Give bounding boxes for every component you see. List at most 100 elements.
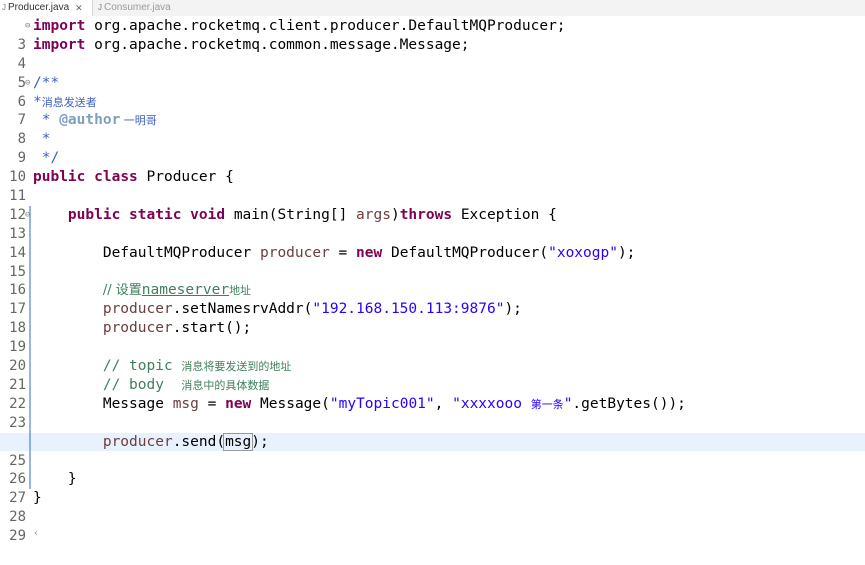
tab-label: Consumer.java <box>104 2 171 13</box>
exception-type: Exception { <box>452 206 557 223</box>
method-call: .send( <box>172 433 226 450</box>
code-line: 23 Message msg = new Message("myTopic001… <box>0 394 865 431</box>
code-line: 14 <box>0 224 865 261</box>
tab-producer-java[interactable]: J Producer.java ✕ <box>0 0 93 16</box>
import-path: org.apache.rocketmq.common.message.Messa… <box>85 36 470 53</box>
code-line: 11 public class Producer { <box>0 168 865 204</box>
change-marker <box>29 394 31 414</box>
type-name: DefaultMQProducer <box>102 244 260 261</box>
keyword: static <box>129 206 182 223</box>
string-literal: "myTopic001" <box>329 395 435 412</box>
change-marker <box>29 451 31 471</box>
import-path: org.apache.rocketmq.client.producer.Defa… <box>85 18 566 34</box>
string-literal: "xoxogp" <box>548 244 618 261</box>
fold-icon[interactable]: ⊖ <box>25 74 30 93</box>
code-editor[interactable]: 3 ⊖ import org.apache.rocketmq.client.pr… <box>0 17 865 544</box>
code-line: 18 producer.setNamesrvAddr("192.168.150.… <box>0 300 865 336</box>
change-marker <box>29 319 31 339</box>
fold-icon[interactable]: ⊖ <box>25 17 30 36</box>
method-call: .getBytes()); <box>572 395 686 412</box>
tab-consumer-java[interactable]: J Consumer.java <box>96 0 171 16</box>
closing-brace: } <box>33 490 42 507</box>
keyword: throws <box>399 206 453 223</box>
keyword: public <box>33 169 86 186</box>
statement-end: ); <box>617 244 636 261</box>
code-line: 15 DefaultMQProducer producer = new Defa… <box>0 243 865 280</box>
variable: producer <box>259 244 330 261</box>
line-number: 29 <box>9 528 26 545</box>
horizontal-scroll-icon[interactable]: ‹ <box>33 528 39 539</box>
change-marker <box>29 338 31 358</box>
comment: 地址 <box>229 284 252 298</box>
comment: 消息将要发送到的地址 <box>181 360 292 374</box>
keyword: import <box>33 18 86 34</box>
code-line: 22 // body 消息中的具体数据 <box>0 375 865 412</box>
string-literal: "192.168.150.113:9876" <box>312 301 505 318</box>
variable: producer <box>102 320 173 337</box>
method-call: .setNamesrvAddr( <box>172 301 313 318</box>
code-line: 21 // topic 消息将要发送到的地址 <box>0 357 865 393</box>
comment: 消息中的具体数据 <box>181 378 270 392</box>
type-name: Message <box>102 395 173 412</box>
javadoc-description: 消息发送者 <box>41 95 97 109</box>
string-literal: "xxxxooo <box>452 395 531 412</box>
code-line: 3 ⊖ import org.apache.rocketmq.client.pr… <box>0 17 865 53</box>
keyword: new <box>225 395 252 412</box>
change-marker <box>29 205 31 225</box>
change-marker <box>29 224 31 244</box>
code-line: 10 */ <box>0 149 865 185</box>
code-line: 12 <box>0 187 865 223</box>
comment: // 设置 <box>102 283 142 299</box>
parameter: args <box>356 206 391 223</box>
code-line: 4 import org.apache.rocketmq.common.mess… <box>0 36 865 72</box>
javadoc-close: */ <box>33 150 60 167</box>
code-line: 20 <box>0 338 865 374</box>
change-marker <box>29 413 31 433</box>
java-file-icon: J <box>2 3 6 12</box>
editor-tab-bar: J Producer.java ✕ J Consumer.java <box>0 0 865 16</box>
paren: ) <box>390 206 400 223</box>
javadoc-star: * <box>33 93 42 110</box>
close-icon[interactable]: ✕ <box>75 0 83 16</box>
keyword: import <box>33 36 86 53</box>
javadoc-open: /** <box>33 74 60 91</box>
variable: producer <box>102 301 173 318</box>
constructor-call: DefaultMQProducer( <box>382 244 549 261</box>
operator: = <box>198 395 226 412</box>
javadoc-author-name: 一明哥 <box>120 114 157 128</box>
code-line: 26 <box>0 451 865 487</box>
change-marker <box>29 300 31 320</box>
change-marker <box>29 281 31 301</box>
code-line: 6 ⊖ /** <box>0 74 865 110</box>
comment-word: nameserver <box>141 282 230 299</box>
javadoc-author-tag: @author <box>59 112 121 129</box>
code-line: 29 <box>0 508 865 544</box>
code-line: 28 } <box>0 489 865 525</box>
code-line: 27 } <box>0 470 865 506</box>
keyword: public <box>67 206 121 223</box>
java-file-icon: J <box>98 3 102 12</box>
statement-end: ); <box>251 433 269 450</box>
comma: , <box>434 395 453 412</box>
keyword: void <box>190 206 226 223</box>
code-line: 24 <box>0 413 865 450</box>
change-marker <box>29 375 31 395</box>
comment: // topic <box>102 358 182 375</box>
method-call: .start(); <box>172 320 252 337</box>
string-literal-cjk: 第一条 <box>530 397 564 411</box>
constructor-call: Message( <box>251 395 330 412</box>
closing-brace: } <box>33 471 77 488</box>
method-signature: main(String[] <box>225 206 357 223</box>
code-line: 9 * <box>0 130 865 166</box>
javadoc-star: * <box>33 131 51 148</box>
class-declaration: Producer { <box>137 169 234 186</box>
code-line: 13 ⊖ public static void main(String[] ar… <box>0 205 865 242</box>
keyword: class <box>94 169 138 186</box>
